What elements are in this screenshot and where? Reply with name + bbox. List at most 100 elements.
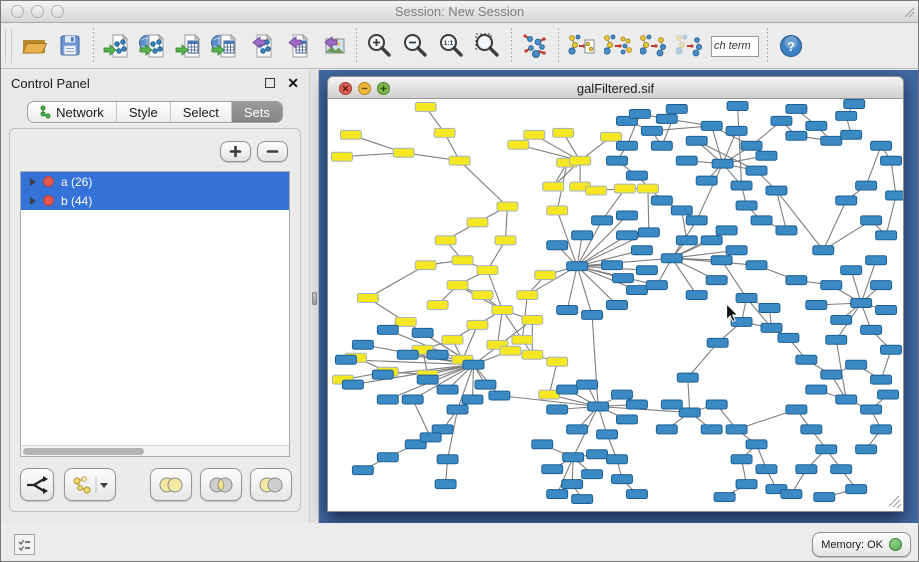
graph-node-blue[interactable] bbox=[771, 116, 792, 125]
graph-node-blue[interactable] bbox=[377, 453, 398, 462]
graph-node-blue[interactable] bbox=[701, 121, 722, 130]
graph-node-blue[interactable] bbox=[377, 395, 398, 404]
help-button[interactable]: ? bbox=[773, 27, 809, 65]
graph-node-blue[interactable] bbox=[781, 490, 802, 499]
graph-node-yellow[interactable] bbox=[477, 266, 498, 275]
graph-node-blue[interactable] bbox=[881, 345, 902, 354]
graph-node-blue[interactable] bbox=[631, 246, 652, 255]
expand-caret-icon[interactable] bbox=[30, 178, 36, 186]
graph-node-yellow[interactable] bbox=[512, 335, 533, 344]
graph-node-blue[interactable] bbox=[616, 141, 637, 150]
graph-node-blue[interactable] bbox=[806, 121, 827, 130]
graph-node-blue[interactable] bbox=[727, 101, 748, 110]
graph-node-blue[interactable] bbox=[706, 400, 727, 409]
graph-node-blue[interactable] bbox=[666, 104, 687, 113]
create-set-from-network-button[interactable] bbox=[64, 468, 116, 501]
graph-node-blue[interactable] bbox=[846, 485, 867, 494]
graph-node-blue[interactable] bbox=[686, 291, 707, 300]
graph-node-blue[interactable] bbox=[661, 254, 682, 263]
graph-node-yellow[interactable] bbox=[472, 291, 493, 300]
intersection-sets-button[interactable] bbox=[200, 468, 242, 501]
split-set-button[interactable] bbox=[20, 468, 54, 501]
open-session-button[interactable] bbox=[16, 27, 52, 65]
graph-node-blue[interactable] bbox=[856, 445, 877, 454]
graph-node-blue[interactable] bbox=[592, 216, 613, 225]
network-canvas[interactable] bbox=[327, 99, 904, 512]
graph-node-yellow[interactable] bbox=[467, 218, 488, 227]
graph-node-blue[interactable] bbox=[547, 490, 568, 499]
graph-node-blue[interactable] bbox=[736, 294, 757, 303]
graph-node-blue[interactable] bbox=[572, 495, 593, 504]
graph-node-blue[interactable] bbox=[821, 281, 842, 290]
network-window-titlebar[interactable]: galFiltered.sif bbox=[327, 76, 904, 99]
graph-node-blue[interactable] bbox=[746, 440, 767, 449]
graph-node-blue[interactable] bbox=[372, 370, 393, 379]
graph-node-blue[interactable] bbox=[626, 400, 647, 409]
graph-node-blue[interactable] bbox=[676, 156, 697, 165]
graph-node-blue[interactable] bbox=[676, 236, 697, 245]
graph-node-yellow[interactable] bbox=[570, 156, 591, 165]
graph-node-blue[interactable] bbox=[616, 415, 637, 424]
graph-node-yellow[interactable] bbox=[517, 291, 538, 300]
graph-node-blue[interactable] bbox=[871, 375, 892, 384]
graph-node-blue[interactable] bbox=[489, 391, 510, 400]
graph-node-blue[interactable] bbox=[736, 480, 757, 489]
horizontal-scrollbar[interactable] bbox=[21, 445, 289, 456]
graph-node-blue[interactable] bbox=[856, 181, 877, 190]
graph-node-blue[interactable] bbox=[397, 350, 418, 359]
graph-node-blue[interactable] bbox=[701, 425, 722, 434]
graph-node-blue[interactable] bbox=[342, 380, 363, 389]
zoom-in-button[interactable] bbox=[362, 27, 398, 65]
graph-node-blue[interactable] bbox=[557, 305, 578, 314]
expand-caret-icon[interactable] bbox=[30, 197, 36, 205]
graph-node-yellow[interactable] bbox=[415, 102, 436, 111]
graph-node-blue[interactable] bbox=[677, 373, 698, 382]
graph-node-blue[interactable] bbox=[766, 186, 787, 195]
merge-union-button[interactable] bbox=[600, 27, 636, 65]
window-grow-icon[interactable] bbox=[901, 4, 915, 18]
graph-node-blue[interactable] bbox=[656, 425, 677, 434]
graph-node-blue[interactable] bbox=[335, 355, 356, 364]
graph-node-blue[interactable] bbox=[447, 405, 468, 414]
graph-node-blue[interactable] bbox=[463, 360, 484, 369]
float-panel-icon[interactable] bbox=[265, 78, 275, 88]
graph-node-blue[interactable] bbox=[746, 261, 767, 270]
graph-node-blue[interactable] bbox=[861, 405, 882, 414]
graph-node-blue[interactable] bbox=[731, 455, 752, 464]
graph-node-yellow[interactable] bbox=[601, 132, 622, 141]
graph-node-yellow[interactable] bbox=[415, 261, 436, 270]
graph-node-blue[interactable] bbox=[572, 231, 593, 240]
graph-node-yellow[interactable] bbox=[586, 186, 607, 195]
graph-node-blue[interactable] bbox=[761, 323, 782, 332]
graph-node-blue[interactable] bbox=[871, 281, 892, 290]
splitter-handle-icon[interactable] bbox=[312, 292, 317, 305]
graph-node-blue[interactable] bbox=[746, 166, 767, 175]
graph-node-blue[interactable] bbox=[726, 425, 747, 434]
graph-node-blue[interactable] bbox=[712, 159, 733, 168]
export-image-button[interactable] bbox=[315, 27, 351, 65]
graph-node-blue[interactable] bbox=[831, 315, 852, 324]
graph-node-blue[interactable] bbox=[759, 304, 780, 313]
graph-node-blue[interactable] bbox=[651, 141, 672, 150]
graph-node-blue[interactable] bbox=[878, 390, 899, 399]
zoom-selected-button[interactable] bbox=[470, 27, 506, 65]
scrollbar-thumb[interactable] bbox=[23, 448, 144, 455]
graph-node-blue[interactable] bbox=[841, 266, 862, 275]
graph-node-blue[interactable] bbox=[826, 335, 847, 344]
union-sets-button[interactable] bbox=[150, 468, 192, 501]
graph-node-yellow[interactable] bbox=[492, 305, 513, 314]
tab-network[interactable]: Network bbox=[28, 102, 117, 122]
graph-node-blue[interactable] bbox=[402, 395, 423, 404]
graph-node-blue[interactable] bbox=[714, 493, 735, 502]
graph-node-yellow[interactable] bbox=[524, 130, 545, 139]
memory-status-button[interactable]: Memory: OK bbox=[812, 532, 911, 557]
graph-node-blue[interactable] bbox=[563, 453, 584, 462]
graph-node-yellow[interactable] bbox=[522, 315, 543, 324]
graph-node-blue[interactable] bbox=[420, 433, 441, 442]
graph-node-blue[interactable] bbox=[567, 425, 588, 434]
graph-node-blue[interactable] bbox=[636, 266, 657, 275]
graph-node-blue[interactable] bbox=[786, 131, 807, 140]
graph-node-yellow[interactable] bbox=[497, 202, 518, 211]
graph-node-yellow[interactable] bbox=[615, 184, 636, 193]
graph-node-blue[interactable] bbox=[612, 475, 633, 484]
